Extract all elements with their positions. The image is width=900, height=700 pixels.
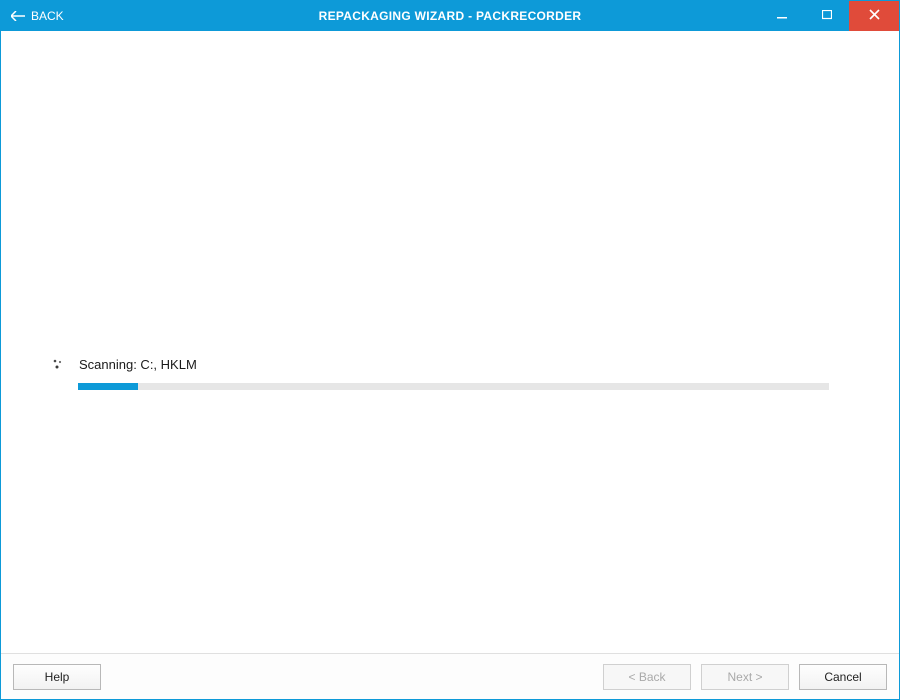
window-title: REPACKAGING WIZARD - PACKRECORDER: [319, 9, 582, 23]
back-button: < Back: [603, 664, 691, 690]
titlebar: BACK REPACKAGING WIZARD - PACKRECORDER: [1, 1, 899, 31]
next-button: Next >: [701, 664, 789, 690]
progress-fill: [78, 383, 138, 390]
progress-bar: [78, 383, 829, 390]
wizard-footer: Help < Back Next > Cancel: [1, 653, 899, 699]
minimize-button[interactable]: [759, 1, 804, 31]
wizard-content: Scanning: C:, HKLM: [1, 31, 899, 653]
close-button[interactable]: [849, 1, 899, 31]
spinner-icon: [51, 358, 65, 372]
close-icon: [869, 7, 880, 25]
minimize-icon: [777, 7, 787, 25]
status-text: Scanning: C:, HKLM: [79, 357, 197, 372]
window-controls: [759, 1, 899, 31]
window-frame: BACK REPACKAGING WIZARD - PACKRECORDER: [0, 0, 900, 700]
titlebar-back-button[interactable]: BACK: [1, 1, 64, 31]
help-button[interactable]: Help: [13, 664, 101, 690]
maximize-icon: [822, 7, 832, 25]
maximize-button[interactable]: [804, 1, 849, 31]
cancel-button[interactable]: Cancel: [799, 664, 887, 690]
titlebar-back-label: BACK: [31, 9, 64, 23]
back-arrow-icon: [11, 9, 25, 23]
status-row: Scanning: C:, HKLM: [51, 357, 829, 372]
